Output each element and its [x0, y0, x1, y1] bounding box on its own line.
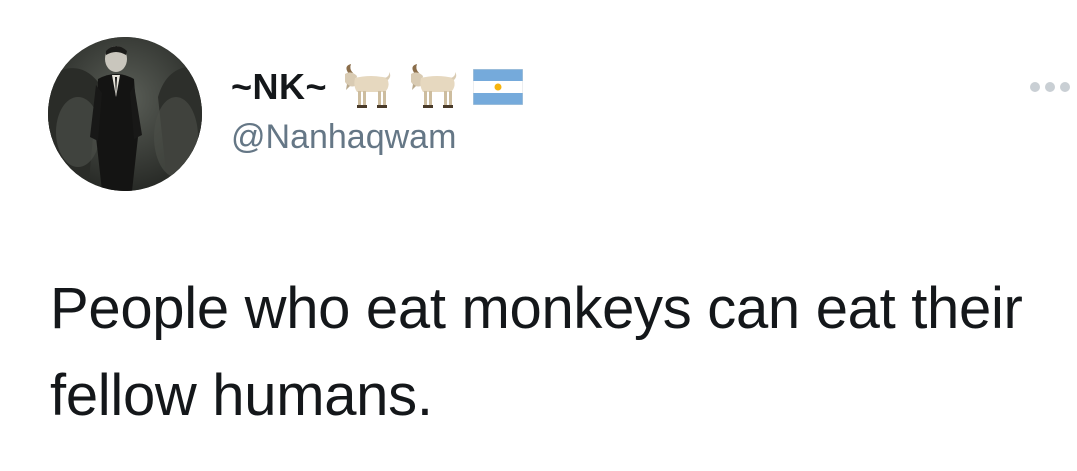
dot	[1030, 82, 1040, 92]
author-display-name[interactable]: ~NK~	[231, 66, 327, 108]
author-name-row[interactable]: ~NK~	[231, 62, 524, 112]
avatar[interactable]	[48, 37, 202, 191]
dot	[1045, 82, 1055, 92]
goat-emoji-icon	[407, 64, 459, 110]
dot	[1060, 82, 1070, 92]
argentina-flag-icon	[473, 69, 524, 105]
goat-emoji-icon	[341, 64, 393, 110]
author-handle[interactable]: @Nanhaqwam	[231, 118, 456, 157]
more-options-icon[interactable]	[1030, 80, 1070, 94]
tweet-text: People who eat monkeys can eat their fel…	[50, 276, 1023, 428]
avatar-photo	[48, 37, 202, 191]
tweet-card: ~NK~ @Nanhaqwam People who eat monkeys c…	[0, 0, 1077, 471]
